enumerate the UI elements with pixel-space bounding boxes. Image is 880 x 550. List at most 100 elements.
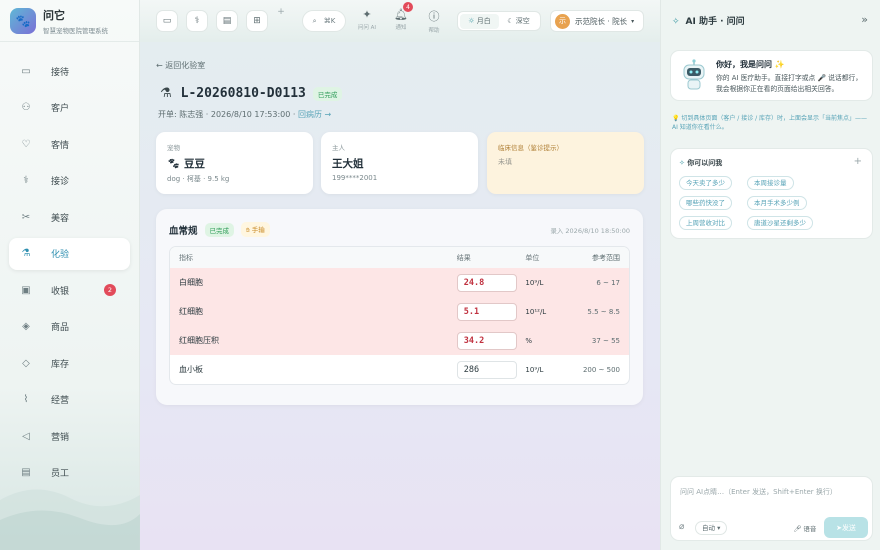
- suggestion-chip[interactable]: 哪些药快没了: [679, 196, 732, 210]
- suggestions-title-text: 你可以问我: [687, 159, 723, 167]
- back-label: 返回化验室: [165, 61, 206, 70]
- paperclip-icon[interactable]: ⌀: [679, 522, 684, 532]
- suggestion-chip[interactable]: 本周接诊量: [747, 176, 794, 190]
- suggestions-title: ✧ 你可以问我: [679, 158, 722, 168]
- pet-label: 宠物: [167, 144, 180, 152]
- brand: 🐾 问它 智慧宠物医院管理系统: [0, 0, 139, 42]
- medical-record-link[interactable]: 回病历 →: [298, 110, 331, 119]
- avatar: 示: [555, 13, 570, 29]
- pet-card: 宠物 🐾︎ 豆豆 dog · 柯基 · 9.5 kg: [156, 132, 313, 194]
- table-row: 白细胞 24.8 10⁹/L 6 ~ 17: [170, 268, 629, 297]
- result-input[interactable]: 24.8: [456, 273, 517, 292]
- ai-title: AI 助手 · 问问: [685, 17, 745, 27]
- ai-input[interactable]: 问问 AI点睛…（Enter 发送，Shift+Enter 换行）: [680, 487, 837, 497]
- notifications-button[interactable]: 🔔︎ 4 通知: [388, 2, 414, 31]
- row-name: 血小板: [179, 365, 203, 374]
- sparkle-icon: ✦: [362, 8, 372, 21]
- table-row: 红细胞压积 34.2 % 37 ~ 55: [170, 326, 629, 355]
- chevron-down-icon: ▾: [631, 17, 635, 25]
- row-unit: 10⁹/L: [525, 365, 544, 374]
- sidebar-item-label: 收银: [51, 286, 70, 297]
- flask-icon: ⚗: [160, 86, 172, 101]
- sidebar-item-cashier[interactable]: ▣ 收银 2: [9, 274, 130, 306]
- suggestion-chip[interactable]: 唐道沙星还剩多少: [747, 216, 813, 230]
- notification-badge: 4: [403, 2, 413, 12]
- document-icon[interactable]: ▤: [216, 10, 238, 32]
- row-name: 白细胞: [179, 278, 203, 287]
- result-input[interactable]: 286: [456, 360, 517, 379]
- suggestions-card: ✧ 你可以问我 + 今天卖了多少 本周接诊量 哪些药快没了 本月手术多少例 上周…: [670, 148, 873, 239]
- row-unit: 10⁹/L: [525, 278, 544, 287]
- sidebar-item-label: 库存: [51, 359, 70, 370]
- sidebar-item-customers[interactable]: ⚇ 客户: [9, 92, 130, 124]
- title-row: ⚗ L-20260810-D0113 已完成: [160, 86, 343, 101]
- results-table: 指标 结果 单位 参考范围 白细胞 24.8 10⁹/L 6 ~ 17 红细胞 …: [169, 246, 630, 385]
- ai-greeting: 你好，我是问问 ✨: [716, 60, 785, 69]
- result-input[interactable]: 5.1: [456, 302, 517, 321]
- sidebar-item-label: 美容: [51, 213, 70, 224]
- panel-title: 血常规: [169, 225, 198, 237]
- box-icon: ◈: [22, 321, 30, 332]
- ai-tip: 💡 切到具体页面（客户 / 接诊 / 库存）时，上面会显示「当前焦点」—— AI…: [672, 115, 868, 131]
- ask-ai-button[interactable]: ✦ 问问 AI: [354, 8, 380, 31]
- theme-night-button[interactable]: ☾ 深空: [499, 14, 538, 29]
- users-icon: ⚇: [21, 102, 31, 113]
- ai-intro-card: 你好，我是问问 ✨ 你的 AI 医疗助手。直接打字或点 🎤 说话都行，我会根据你…: [670, 50, 873, 101]
- header-value: 结果: [456, 253, 471, 262]
- scissors-icon: ✂: [21, 211, 31, 223]
- sidebar-item-reception[interactable]: ▭ 接待: [9, 55, 130, 87]
- table-header: 指标 结果 单位 参考范围: [170, 247, 629, 268]
- sidebar-item-inventory[interactable]: ◇ 库存: [9, 347, 130, 379]
- gift-icon[interactable]: ⊞: [246, 10, 268, 32]
- brand-subtitle: 智慧宠物医院管理系统: [43, 26, 108, 35]
- main-content: ← 返回化验室 ⚗ L-20260810-D0113 已完成 开单: 陈志强 ·…: [140, 42, 660, 550]
- top-bar: ▭ ⚕ ▤ ⊞ + ⌕ ⌘K ✦ 问问 AI 🔔︎ 4 通知 ⓘ 帮助 ☼ 月白 ☾ 深空…: [140, 0, 660, 42]
- entered-time: 录入 2026/8/10 18:50:00: [550, 227, 630, 235]
- pet-detail: dog · 柯基 · 9.5 kg: [167, 175, 230, 183]
- table-row: 血小板 286 10⁹/L 200 ~ 500: [170, 355, 629, 384]
- sidebar-item-products[interactable]: ◈ 商品: [9, 311, 130, 343]
- sidebar-item-label: 客户: [51, 104, 70, 114]
- manual-entry-label: 手输: [251, 226, 265, 234]
- back-link[interactable]: ← 返回化验室: [156, 60, 205, 71]
- flask-icon: ⚗: [21, 248, 31, 259]
- theme-switch: ☼ 月白 ☾ 深空: [457, 11, 541, 31]
- row-range: 200 ~ 500: [582, 365, 620, 374]
- sidebar-item-lab[interactable]: ⚗ 化验: [9, 237, 130, 270]
- add-icon[interactable]: +: [268, 7, 294, 17]
- user-menu[interactable]: 示 示范院长 · 院长 ▾: [550, 10, 644, 32]
- ai-assistant-panel: ✧ AI 助手 · 问问 » 你好，我是问问 ✨ 你的 AI 医疗助手。直接打字或…: [660, 0, 880, 550]
- sidebar-item-grooming[interactable]: ✂ 美容: [9, 201, 130, 233]
- stethoscope-icon: ⚕: [23, 175, 29, 186]
- send-button[interactable]: ➤ 发送: [824, 517, 868, 538]
- voice-button[interactable]: 🎤︎ 语音: [793, 523, 816, 533]
- search-button[interactable]: ⌕ ⌘K: [302, 10, 346, 32]
- clinical-card: 临床信息（鉴诊提示） 未填: [487, 132, 644, 194]
- mode-select[interactable]: 自动 ▾: [695, 521, 728, 535]
- theme-day-button[interactable]: ☼ 月白: [460, 13, 499, 29]
- result-input[interactable]: 34.2: [456, 331, 517, 350]
- owner-card: 主人 王大姐 199****2001: [321, 132, 478, 194]
- sidebar-item-business[interactable]: ⌇ 经营: [9, 384, 130, 416]
- clinical-label: 临床信息（鉴诊提示）: [498, 144, 563, 152]
- ai-header: ✧ AI 助手 · 问问: [672, 14, 745, 27]
- owner-name: 王大姐: [332, 158, 364, 170]
- sidebar-item-consultation[interactable]: ⚕ 接诊: [9, 165, 130, 197]
- sidebar-item-relations[interactable]: ♡ 客情: [9, 128, 130, 160]
- add-icon[interactable]: +: [854, 156, 862, 167]
- suggestion-chip[interactable]: 上周营收对比: [679, 216, 732, 230]
- cashier-icon: ▣: [21, 284, 31, 296]
- mic-icon: 🎤︎: [793, 525, 804, 533]
- chart-icon: ⌇: [23, 394, 29, 405]
- stethoscope-shortcut-icon[interactable]: ⚕: [186, 10, 208, 32]
- cbc-panel: 血常规 已完成 ✋︎ 手输 录入 2026/8/10 18:50:00 指标 结…: [156, 209, 643, 405]
- voice-label: 语音: [803, 525, 817, 533]
- help-button[interactable]: ⓘ 帮助: [421, 8, 447, 34]
- table-row: 红细胞 5.1 10¹²/L 5.5 ~ 8.5: [170, 297, 629, 326]
- suggestion-chip[interactable]: 本月手术多少例: [747, 196, 807, 210]
- collapse-icon[interactable]: »: [861, 13, 868, 26]
- card-icon[interactable]: ▭: [156, 10, 178, 32]
- manual-entry-badge: ✋︎ 手输: [241, 222, 270, 237]
- suggestion-chip[interactable]: 今天卖了多少: [679, 176, 732, 190]
- decorative-wave: [0, 489, 140, 550]
